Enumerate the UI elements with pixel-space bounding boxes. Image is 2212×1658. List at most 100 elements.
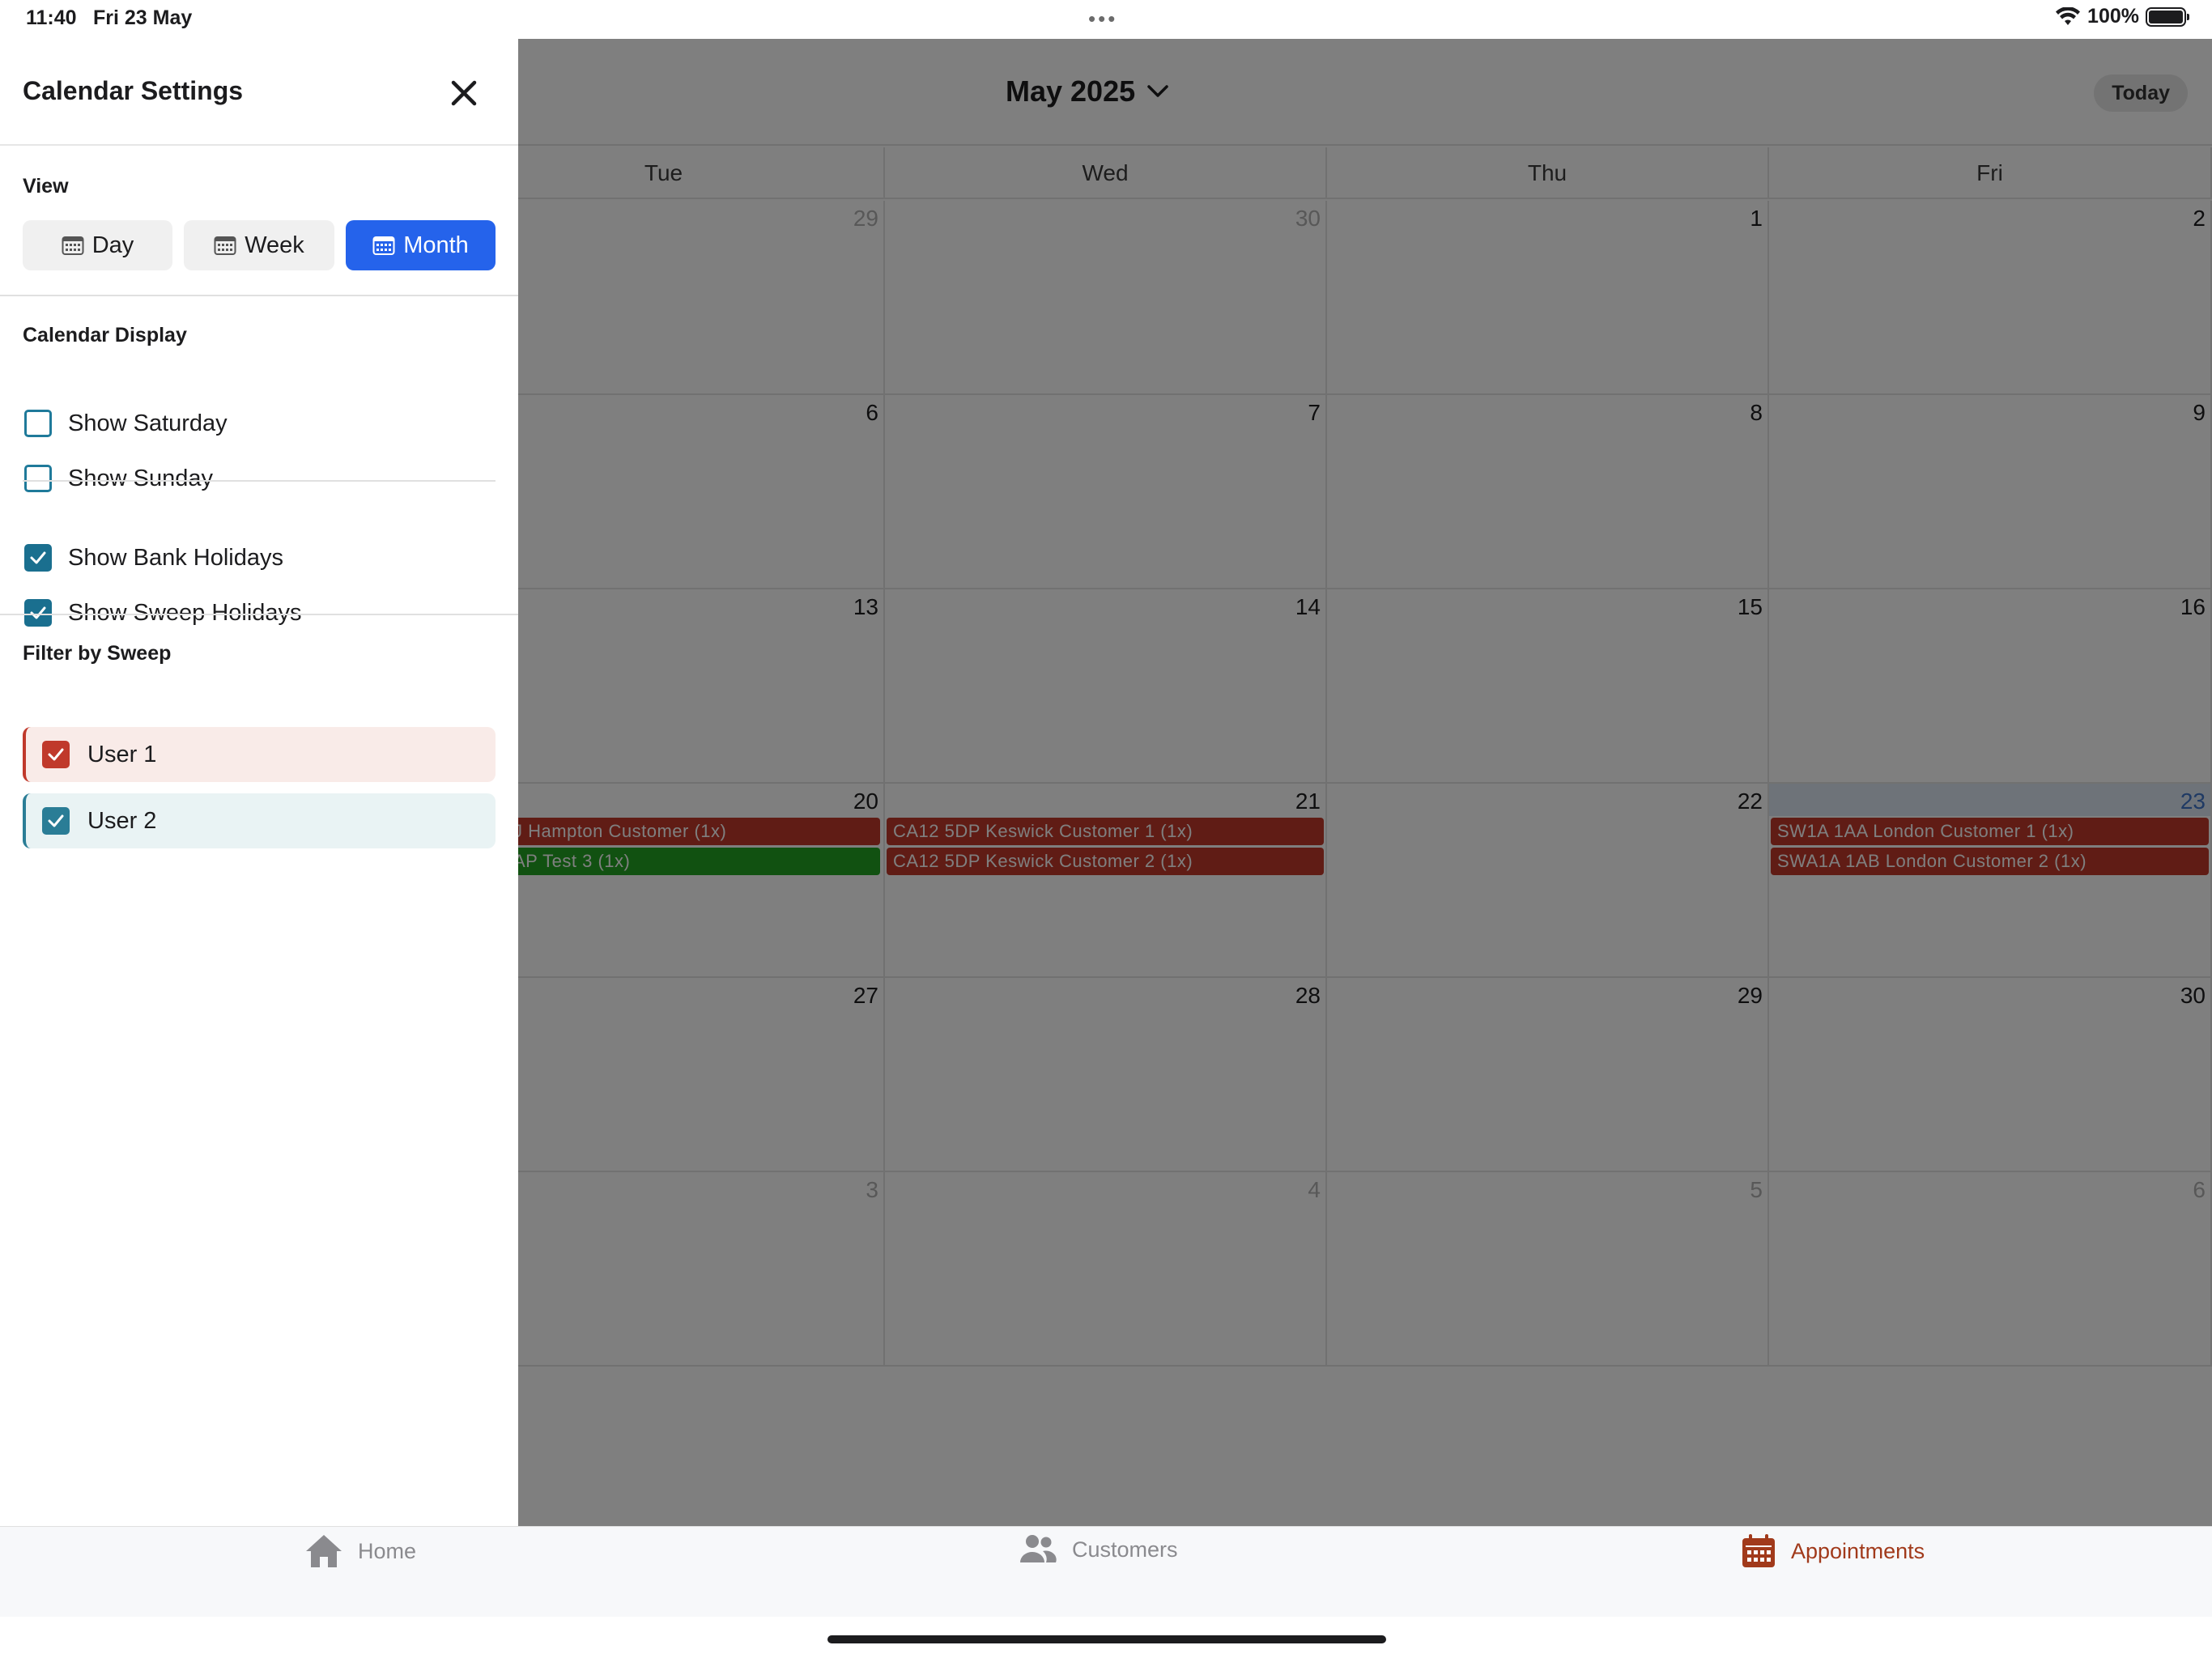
tab-customers-label: Customers [1072,1537,1178,1562]
day-cell[interactable]: 3 [518,1172,885,1367]
day-cell[interactable]: 30 [885,201,1327,395]
sweep-filter-user-2[interactable]: User 2 [23,793,496,848]
day-cell[interactable]: 16 [1769,589,2212,784]
multitasking-dots-icon[interactable]: ••• [1088,8,1117,29]
close-icon [451,80,477,106]
close-button[interactable] [444,73,484,113]
day-cell[interactable]: 23 SW1A 1AA London Customer 1 (1x) SWA1A 1… [1769,784,2212,978]
view-month-button[interactable]: Month [346,220,496,270]
day-cell[interactable]: 28 [885,978,1327,1172]
day-number: 13 [853,594,878,619]
view-day-button[interactable]: Day [23,220,172,270]
day-number: 23 [2180,789,2206,814]
home-icon [306,1535,342,1567]
day-cell[interactable]: 6 [518,395,885,589]
weekday-thu: Thu [1327,147,1769,199]
sweep-filter-user-1[interactable]: User 1 [23,727,496,782]
day-number: 20 [853,789,878,814]
tab-customers[interactable]: Customers [1019,1533,1178,1566]
day-number: 3 [866,1177,878,1202]
calendar-settings-panel: Calendar Settings View Day Week Month Cale… [0,39,518,1526]
tab-home-label: Home [358,1538,417,1563]
show-sunday-checkbox[interactable] [24,465,52,492]
day-number: 30 [2180,983,2206,1008]
option-label: Show Sweep Holidays [68,599,302,626]
view-week-button[interactable]: Week [184,220,334,270]
day-cell[interactable]: 13 [518,589,885,784]
show-sweep-holidays-checkbox[interactable] [24,599,52,627]
user-1-label: User 1 [87,741,157,767]
day-cell[interactable]: 29 [1327,978,1769,1172]
view-button-label: Week [245,232,304,258]
day-number: 29 [853,206,878,231]
day-cell[interactable]: 7 [885,395,1327,589]
day-cell[interactable]: 9 [1769,395,2212,589]
day-number: 28 [1295,983,1321,1008]
day-cell[interactable]: 14 [885,589,1327,784]
panel-title: Calendar Settings [23,76,244,105]
checkmark-icon [48,814,64,827]
appointment-event[interactable]: CA12 5DP Keswick Customer 2 (1x) [887,848,1324,875]
show-saturday-checkbox[interactable] [24,410,52,437]
day-cell[interactable]: 2 [1769,201,2212,395]
day-cell[interactable]: 6 [1769,1172,2212,1367]
checkmark-icon [30,551,46,564]
day-number: 1 [1750,206,1763,231]
day-cell[interactable]: 1 [1327,201,1769,395]
option-label: Show Sunday [68,465,213,491]
day-number: 16 [2180,594,2206,619]
appointment-event[interactable]: J Hampton Customer (1x) [518,818,880,845]
option-show-saturday[interactable]: Show Saturday [24,410,228,437]
day-number: 30 [1295,206,1321,231]
weekday-fri: Fri [1769,147,2212,199]
day-cell[interactable]: 22 [1327,784,1769,978]
options-divider [23,480,496,482]
option-label: Show Bank Holidays [68,544,283,571]
calendar-icon [214,236,236,255]
section-divider [0,614,518,615]
status-indicators: 100% [2055,5,2189,28]
customers-icon [1020,1535,1057,1562]
option-show-bank-holidays[interactable]: Show Bank Holidays [24,544,283,572]
week-row: 3 4 5 6 [518,1172,2212,1367]
option-show-sweep-holidays[interactable]: Show Sweep Holidays [24,599,302,627]
day-number: 2 [2193,206,2206,231]
option-show-sunday[interactable]: Show Sunday [24,465,213,492]
calendar-view: May 2025 Today Tue Wed Thu Fri 29 30 1 2 6 7 8 9 13… [518,39,2212,1526]
day-cell[interactable]: 27 [518,978,885,1172]
day-cell[interactable]: 21 CA12 5DP Keswick Customer 1 (1x) CA12 5… [885,784,1327,978]
tab-home[interactable]: Home [304,1533,416,1569]
appointment-event[interactable]: CA12 5DP Keswick Customer 1 (1x) [887,818,1324,845]
week-row: 29 30 1 2 [518,201,2212,395]
user-2-label: User 2 [87,807,157,834]
month-selector[interactable]: May 2025 [1006,74,1169,108]
checkmark-icon [30,606,46,619]
day-number: 21 [1295,789,1321,814]
option-label: Show Saturday [68,410,228,436]
day-cell[interactable]: 20 J Hampton Customer (1x) AP Test 3 (1x) [518,784,885,978]
week-row: 20 J Hampton Customer (1x) AP Test 3 (1x) 2… [518,784,2212,978]
panel-header: Calendar Settings [0,39,518,146]
day-number: 7 [1308,400,1321,425]
appointment-event[interactable]: SW1A 1AA London Customer 1 (1x) [1771,818,2209,845]
day-cell[interactable]: 29 [518,201,885,395]
tab-appointments[interactable]: Appointments [1741,1533,1925,1569]
status-bar: 11:40 Fri 23 May ••• 100% [0,0,2212,39]
day-number: 14 [1295,594,1321,619]
day-cell[interactable]: 15 [1327,589,1769,784]
show-bank-holidays-checkbox[interactable] [24,544,52,572]
day-number: 27 [853,983,878,1008]
day-cell[interactable]: 30 [1769,978,2212,1172]
user-1-checkbox[interactable] [42,741,70,768]
today-button[interactable]: Today [2094,74,2188,112]
user-2-checkbox[interactable] [42,807,70,835]
weekday-wed: Wed [885,147,1327,199]
appointment-event[interactable]: SWA1A 1AB London Customer 2 (1x) [1771,848,2209,875]
home-indicator[interactable] [827,1635,1386,1643]
day-cell[interactable]: 4 [885,1172,1327,1367]
day-cell[interactable]: 8 [1327,395,1769,589]
appointment-event[interactable]: AP Test 3 (1x) [518,848,880,875]
day-cell[interactable]: 5 [1327,1172,1769,1367]
day-number: 29 [1737,983,1763,1008]
day-number: 5 [1750,1177,1763,1202]
